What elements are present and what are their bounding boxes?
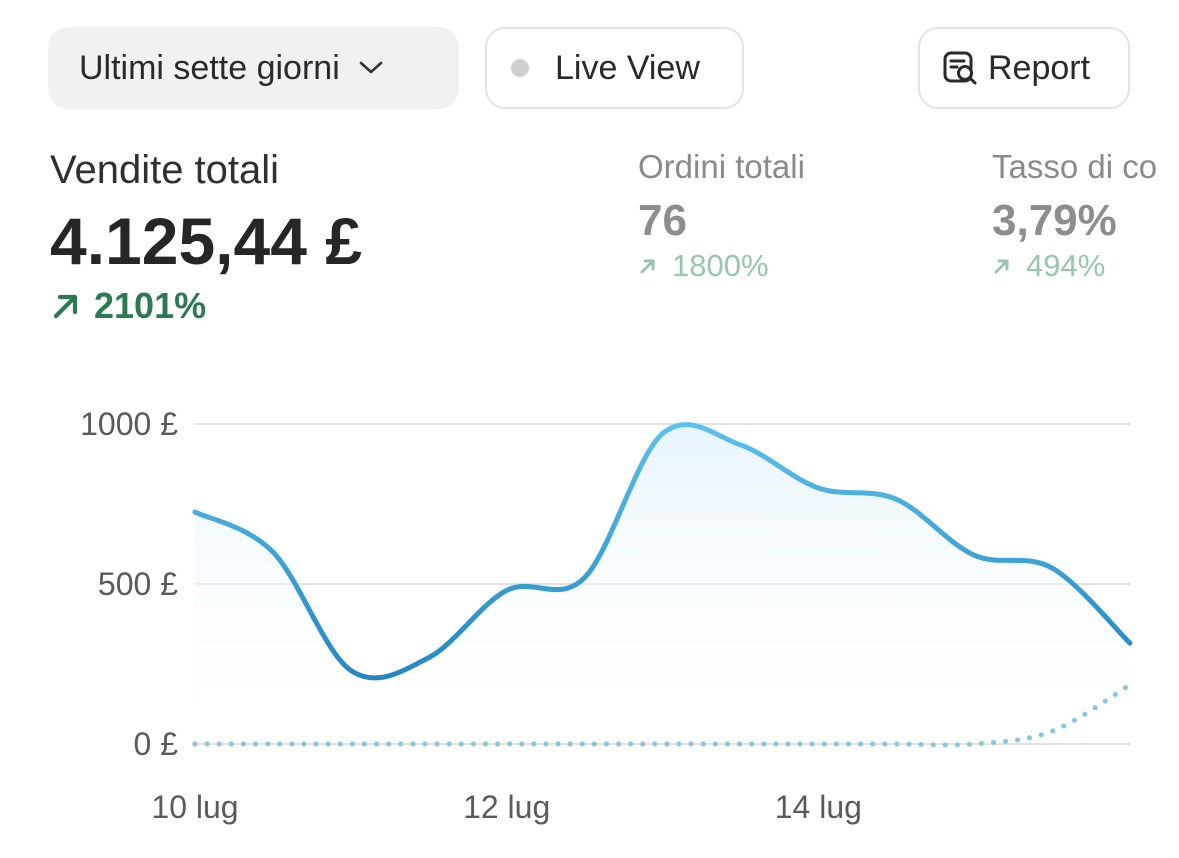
metric-total-sales[interactable]: Vendite totali 4.125,44 £ 2101% bbox=[50, 148, 362, 327]
date-range-dropdown[interactable]: Ultimi sette giorni bbox=[48, 27, 459, 109]
metric-total-sales-delta-value: 2101% bbox=[94, 285, 207, 326]
metric-conversion-rate-value: 3,79% bbox=[992, 196, 1117, 245]
arrow-up-right-icon bbox=[638, 256, 658, 276]
metric-conversion-rate[interactable]: Tasso di co 3,79% 494% bbox=[992, 148, 1179, 284]
live-status-dot-icon bbox=[511, 59, 529, 77]
report-button[interactable]: Report bbox=[918, 27, 1130, 109]
live-view-label: Live View bbox=[555, 48, 700, 87]
x-tick-label: 14 lug bbox=[775, 789, 862, 825]
arrow-up-right-icon bbox=[50, 290, 82, 322]
metric-total-orders-value: 76 bbox=[638, 196, 687, 245]
arrow-up-right-icon bbox=[992, 256, 1012, 276]
metric-total-sales-value: 4.125,44 £ bbox=[50, 204, 362, 278]
metric-total-sales-label: Vendite totali bbox=[50, 148, 280, 192]
date-range-label: Ultimi sette giorni bbox=[79, 48, 340, 87]
y-tick-label: 1000 £ bbox=[80, 406, 178, 442]
x-tick-label: 10 lug bbox=[151, 789, 238, 825]
metric-total-sales-delta: 2101% bbox=[50, 285, 362, 327]
metric-total-orders[interactable]: Ordini totali 76 1800% bbox=[638, 148, 805, 284]
y-tick-label: 0 £ bbox=[134, 726, 179, 762]
metric-conversion-rate-delta: 494% bbox=[992, 248, 1179, 284]
metric-conversion-rate-label: Tasso di co bbox=[992, 148, 1158, 185]
report-search-icon bbox=[940, 48, 980, 88]
metric-total-orders-delta-value: 1800% bbox=[672, 248, 769, 283]
y-tick-label: 500 £ bbox=[98, 566, 178, 602]
live-view-button[interactable]: Live View bbox=[485, 27, 744, 109]
metric-conversion-rate-delta-value: 494% bbox=[1026, 248, 1106, 283]
report-label: Report bbox=[988, 48, 1091, 87]
sales-line-chart: 1000 £ 500 £ 0 £ 10 lug 12 lug 14 lug bbox=[80, 406, 1133, 825]
x-tick-label: 12 lug bbox=[463, 789, 550, 825]
metric-total-orders-delta: 1800% bbox=[638, 248, 805, 284]
chevron-down-icon bbox=[358, 60, 384, 76]
metric-total-orders-label: Ordini totali bbox=[638, 148, 805, 185]
